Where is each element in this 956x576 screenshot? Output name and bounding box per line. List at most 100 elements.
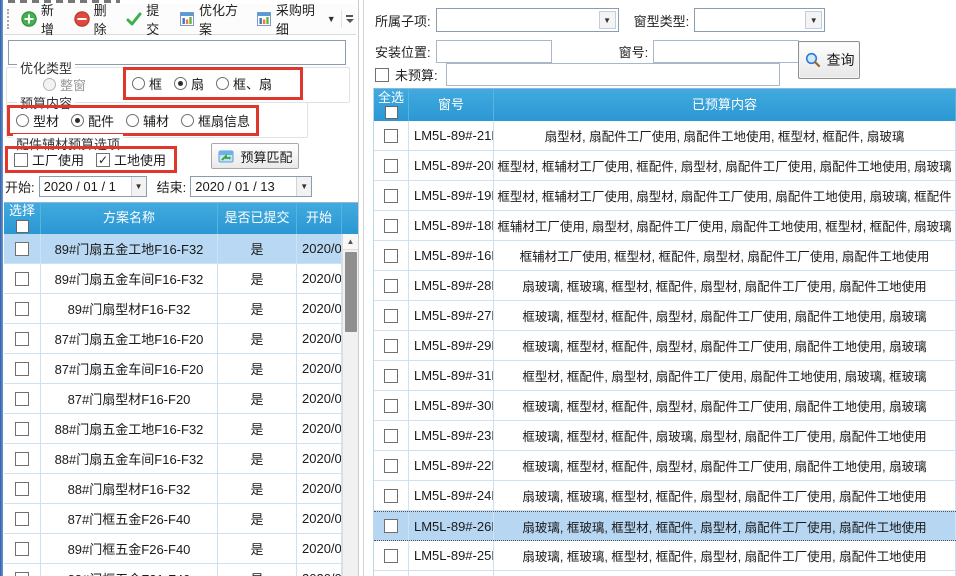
row-checkbox[interactable]	[15, 332, 29, 346]
radio-option[interactable]: 辅材	[120, 111, 175, 130]
budget-table-row[interactable]: LM5L-89#-16F15 框辅材工厂使用, 框型材, 框配件, 扇型材, 扇…	[374, 241, 956, 271]
end-date-picker[interactable]: 2020 / 01 / 13 ▼	[190, 176, 312, 197]
radio-icon[interactable]	[71, 114, 84, 127]
row-select-cell[interactable]	[4, 504, 41, 533]
budget-table-row[interactable]: LM5L-89#-23F21 框玻璃, 框型材, 框配件, 扇玻璃, 扇型材, …	[374, 421, 956, 451]
plan-table-row[interactable]: 88#门扇五金车间F16-F32 是 2020/0	[4, 444, 342, 474]
row-checkbox[interactable]	[15, 302, 29, 316]
budget-table-row[interactable]: LM5L-89#-25F23 扇玻璃, 框玻璃, 框型材, 框配件, 扇型材, …	[374, 541, 956, 571]
plan-table-row[interactable]: 89#门扇型材F16-F32 是 2020/0	[4, 294, 342, 324]
row-select-cell[interactable]	[4, 564, 41, 576]
row-checkbox[interactable]	[15, 572, 29, 576]
add-button[interactable]: 新增	[16, 0, 69, 41]
plan-table-row[interactable]: 89#门框五金F26-F40 是 2020/0	[4, 534, 342, 564]
row-checkbox[interactable]	[384, 249, 398, 263]
budget-table-row[interactable]: LM5L-89#-27F25 框玻璃, 框型材, 框配件, 扇型材, 扇配件工厂…	[374, 301, 956, 331]
panel-splitter[interactable]	[358, 0, 373, 576]
radio-icon[interactable]	[174, 77, 187, 90]
radio-icon[interactable]	[16, 114, 29, 127]
row-checkbox[interactable]	[15, 392, 29, 406]
radio-option[interactable]: 整窗	[37, 75, 92, 94]
row-select-cell[interactable]	[374, 421, 409, 450]
row-checkbox[interactable]	[384, 429, 398, 443]
delete-button[interactable]: 删除	[69, 0, 122, 41]
radio-icon[interactable]	[126, 114, 139, 127]
row-checkbox[interactable]	[15, 272, 29, 286]
row-select-cell[interactable]	[374, 271, 409, 300]
row-select-cell[interactable]	[4, 264, 41, 293]
row-select-cell[interactable]	[374, 181, 409, 210]
plan-table-row[interactable]: 89#门扇五金车间F16-F32 是 2020/0	[4, 264, 342, 294]
radio-option[interactable]: 框、扇	[210, 74, 278, 93]
row-select-cell[interactable]	[374, 541, 409, 570]
start-column-header[interactable]: 开始	[297, 203, 342, 234]
budget-table-row[interactable]: LM5L-89#-21F19 扇型材, 扇配件工厂使用, 扇配件工地使用, 框型…	[374, 121, 956, 151]
radio-icon[interactable]	[181, 114, 194, 127]
radio-option[interactable]: 型材	[10, 111, 65, 130]
vertical-scrollbar[interactable]: ▲	[342, 234, 358, 576]
row-checkbox[interactable]	[384, 279, 398, 293]
row-checkbox[interactable]	[384, 219, 398, 233]
row-checkbox[interactable]	[15, 362, 29, 376]
row-select-cell[interactable]	[4, 474, 41, 503]
row-select-cell[interactable]	[4, 234, 41, 263]
radio-icon[interactable]	[43, 78, 56, 91]
toolbar-grip[interactable]	[7, 9, 11, 29]
budget-table-row[interactable]: LM5L-89#-29F27 框玻璃, 框型材, 框配件, 扇型材, 扇配件工厂…	[374, 331, 956, 361]
row-checkbox[interactable]	[384, 459, 398, 473]
row-select-cell[interactable]	[374, 241, 409, 270]
select-column-header[interactable]: 选择	[4, 203, 41, 234]
budget-table-row[interactable]: LM5L-89#-26F24 扇玻璃, 框玻璃, 框型材, 框配件, 扇型材, …	[374, 511, 956, 541]
row-select-cell[interactable]	[4, 444, 41, 473]
radio-icon[interactable]	[216, 77, 229, 90]
row-select-cell[interactable]	[374, 151, 409, 180]
row-select-cell[interactable]	[374, 331, 409, 360]
row-select-cell[interactable]	[4, 414, 41, 443]
checkbox-option[interactable]: 工地使用	[90, 150, 172, 169]
row-checkbox[interactable]	[384, 189, 398, 203]
budget-table-row[interactable]: LM5L-89#-22F20 框玻璃, 框型材, 框配件, 扇型材, 扇配件工厂…	[374, 451, 956, 481]
row-checkbox[interactable]	[384, 159, 398, 173]
plan-table-row[interactable]: 88#门扇型材F16-F32 是 2020/0	[4, 474, 342, 504]
row-select-cell[interactable]	[374, 361, 409, 390]
toolbar-overflow-button[interactable]	[341, 10, 354, 28]
checkbox-icon[interactable]	[14, 153, 28, 167]
plan-table-row[interactable]: 88#门扇五金工地F16-F32 是 2020/0	[4, 414, 342, 444]
no-budget-checkbox[interactable]	[375, 68, 389, 82]
query-button[interactable]: 查询	[798, 41, 860, 79]
window-type-dropdown[interactable]: ▼	[694, 8, 825, 32]
plan-table-row[interactable]: 87#门扇五金车间F16-F20 是 2020/0	[4, 354, 342, 384]
row-checkbox[interactable]	[384, 339, 398, 353]
row-select-cell[interactable]	[4, 384, 41, 413]
checkbox-icon[interactable]	[96, 153, 110, 167]
row-select-cell[interactable]	[374, 391, 409, 420]
radio-option[interactable]: 框	[126, 74, 168, 93]
chevron-down-icon[interactable]: ▼	[327, 14, 336, 24]
budget-table-row[interactable]: LM5L-89#-24F22 扇玻璃, 框玻璃, 框型材, 框配件, 扇型材, …	[374, 481, 956, 511]
row-checkbox[interactable]	[384, 489, 398, 503]
plan-table-row[interactable]: 87#门框五金F26-F40 是 2020/0	[4, 504, 342, 534]
row-select-cell[interactable]	[374, 301, 409, 330]
budget-table-row[interactable]: LM5L-89#-28F26 扇玻璃, 框玻璃, 框型材, 框配件, 扇型材, …	[374, 271, 956, 301]
row-checkbox[interactable]	[384, 519, 398, 533]
budget-table-row[interactable]: LM5L-89#-30F28 框玻璃, 框型材, 框配件, 扇型材, 扇配件工厂…	[374, 391, 956, 421]
checkbox-option[interactable]: 工厂使用	[8, 150, 90, 169]
sub-item-dropdown[interactable]: ▼	[436, 8, 619, 32]
row-checkbox[interactable]	[15, 542, 29, 556]
row-checkbox[interactable]	[384, 369, 398, 383]
plan-table-row[interactable]: 87#门扇型材F16-F20 是 2020/0	[4, 384, 342, 414]
chevron-down-icon[interactable]: ▼	[296, 177, 311, 196]
budgeted-content-column-header[interactable]: 已预算内容	[494, 89, 956, 121]
radio-option[interactable]: 框扇信息	[175, 111, 256, 130]
install-pos-input[interactable]	[436, 40, 552, 63]
optimize-plan-button[interactable]: 优化方案	[174, 0, 251, 41]
row-checkbox[interactable]	[15, 482, 29, 496]
budget-match-button[interactable]: 预算匹配	[211, 143, 299, 169]
select-all-checkbox[interactable]	[16, 220, 29, 233]
row-select-cell[interactable]	[374, 451, 409, 480]
row-select-cell[interactable]	[374, 211, 409, 240]
row-checkbox[interactable]	[384, 129, 398, 143]
row-checkbox[interactable]	[384, 549, 398, 563]
radio-icon[interactable]	[132, 77, 145, 90]
row-checkbox[interactable]	[15, 422, 29, 436]
